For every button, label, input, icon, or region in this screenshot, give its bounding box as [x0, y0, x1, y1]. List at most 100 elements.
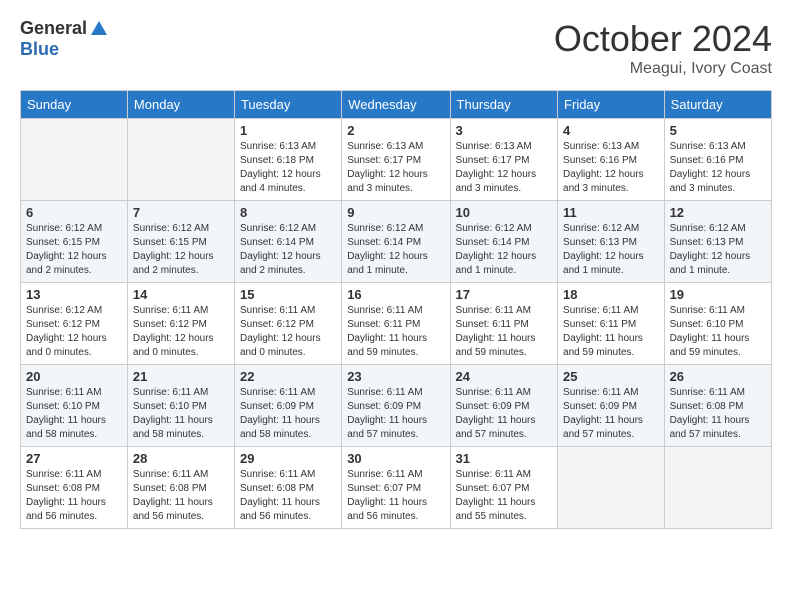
day-info: Sunrise: 6:12 AM Sunset: 6:15 PM Dayligh…	[133, 222, 229, 278]
calendar-cell: 3 Sunrise: 6:13 AM Sunset: 6:17 PM Daylig…	[450, 119, 558, 201]
calendar-table: SundayMondayTuesdayWednesdayThursdayFrid…	[20, 90, 772, 529]
day-number: 15	[240, 287, 336, 302]
day-number: 3	[456, 123, 553, 138]
calendar-cell: 22 Sunrise: 6:11 AM Sunset: 6:09 PM Dayli…	[234, 365, 341, 447]
calendar-cell: 11Sunrise: 6:12 AM Sunset: 6:13 PM Dayli…	[558, 201, 665, 283]
calendar-week-row: 6 Sunrise: 6:12 AM Sunset: 6:15 PM Daylig…	[21, 201, 772, 283]
calendar-cell: 19Sunrise: 6:11 AM Sunset: 6:10 PM Dayli…	[664, 283, 771, 365]
day-number: 11	[563, 205, 659, 220]
day-info: Sunrise: 6:13 AM Sunset: 6:18 PM Dayligh…	[240, 140, 336, 196]
day-info: Sunrise: 6:12 AM Sunset: 6:14 PM Dayligh…	[456, 222, 553, 278]
logo-general-text: General	[20, 18, 87, 39]
day-info: Sunrise: 6:11 AM Sunset: 6:12 PM Dayligh…	[133, 304, 229, 360]
calendar-header-row: SundayMondayTuesdayWednesdayThursdayFrid…	[21, 91, 772, 119]
day-info: Sunrise: 6:11 AM Sunset: 6:12 PM Dayligh…	[240, 304, 336, 360]
day-number: 10	[456, 205, 553, 220]
calendar-cell: 24 Sunrise: 6:11 AM Sunset: 6:09 PM Dayli…	[450, 365, 558, 447]
calendar-cell: 8 Sunrise: 6:12 AM Sunset: 6:14 PM Daylig…	[234, 201, 341, 283]
day-number: 7	[133, 205, 229, 220]
day-info: Sunrise: 6:12 AM Sunset: 6:14 PM Dayligh…	[240, 222, 336, 278]
day-info: Sunrise: 6:12 AM Sunset: 6:15 PM Dayligh…	[26, 222, 122, 278]
day-number: 29	[240, 451, 336, 466]
day-info: Sunrise: 6:12 AM Sunset: 6:13 PM Dayligh…	[670, 222, 766, 278]
calendar-cell: 27 Sunrise: 6:11 AM Sunset: 6:08 PM Dayli…	[21, 447, 128, 529]
calendar-cell: 15 Sunrise: 6:11 AM Sunset: 6:12 PM Dayli…	[234, 283, 341, 365]
calendar-cell: 6 Sunrise: 6:12 AM Sunset: 6:15 PM Daylig…	[21, 201, 128, 283]
day-info: Sunrise: 6:11 AM Sunset: 6:10 PM Dayligh…	[670, 304, 766, 360]
day-number: 20	[26, 369, 122, 384]
day-info: Sunrise: 6:11 AM Sunset: 6:09 PM Dayligh…	[347, 386, 444, 442]
day-number: 13	[26, 287, 122, 302]
day-info: Sunrise: 6:11 AM Sunset: 6:11 PM Dayligh…	[563, 304, 659, 360]
calendar-cell	[664, 447, 771, 529]
day-number: 6	[26, 205, 122, 220]
calendar-cell: 10 Sunrise: 6:12 AM Sunset: 6:14 PM Dayli…	[450, 201, 558, 283]
day-number: 4	[563, 123, 659, 138]
calendar-cell: 7 Sunrise: 6:12 AM Sunset: 6:15 PM Daylig…	[127, 201, 234, 283]
day-info: Sunrise: 6:13 AM Sunset: 6:17 PM Dayligh…	[347, 140, 444, 196]
calendar-week-row: 27 Sunrise: 6:11 AM Sunset: 6:08 PM Dayli…	[21, 447, 772, 529]
calendar-cell: 18 Sunrise: 6:11 AM Sunset: 6:11 PM Dayli…	[558, 283, 665, 365]
column-header-thursday: Thursday	[450, 91, 558, 119]
day-info: Sunrise: 6:13 AM Sunset: 6:16 PM Dayligh…	[563, 140, 659, 196]
day-number: 25	[563, 369, 659, 384]
day-number: 14	[133, 287, 229, 302]
calendar-cell: 28 Sunrise: 6:11 AM Sunset: 6:08 PM Dayli…	[127, 447, 234, 529]
title-area: October 2024 Meagui, Ivory Coast	[554, 18, 772, 78]
calendar-cell: 14 Sunrise: 6:11 AM Sunset: 6:12 PM Dayli…	[127, 283, 234, 365]
day-number: 27	[26, 451, 122, 466]
calendar-cell: 29Sunrise: 6:11 AM Sunset: 6:08 PM Dayli…	[234, 447, 341, 529]
day-info: Sunrise: 6:11 AM Sunset: 6:10 PM Dayligh…	[133, 386, 229, 442]
day-number: 18	[563, 287, 659, 302]
day-info: Sunrise: 6:11 AM Sunset: 6:09 PM Dayligh…	[456, 386, 553, 442]
day-info: Sunrise: 6:11 AM Sunset: 6:09 PM Dayligh…	[240, 386, 336, 442]
logo-icon	[89, 19, 109, 39]
day-number: 17	[456, 287, 553, 302]
day-info: Sunrise: 6:12 AM Sunset: 6:12 PM Dayligh…	[26, 304, 122, 360]
day-info: Sunrise: 6:11 AM Sunset: 6:08 PM Dayligh…	[670, 386, 766, 442]
day-number: 8	[240, 205, 336, 220]
calendar-cell: 31 Sunrise: 6:11 AM Sunset: 6:07 PM Dayli…	[450, 447, 558, 529]
day-number: 28	[133, 451, 229, 466]
calendar-cell: 1Sunrise: 6:13 AM Sunset: 6:18 PM Daylig…	[234, 119, 341, 201]
column-header-wednesday: Wednesday	[342, 91, 450, 119]
calendar-cell	[127, 119, 234, 201]
calendar-cell: 25Sunrise: 6:11 AM Sunset: 6:09 PM Dayli…	[558, 365, 665, 447]
logo: General Blue	[20, 18, 109, 60]
day-number: 31	[456, 451, 553, 466]
column-header-sunday: Sunday	[21, 91, 128, 119]
month-title: October 2024	[554, 18, 772, 60]
calendar-cell: 23Sunrise: 6:11 AM Sunset: 6:09 PM Dayli…	[342, 365, 450, 447]
day-number: 12	[670, 205, 766, 220]
calendar-week-row: 20 Sunrise: 6:11 AM Sunset: 6:10 PM Dayli…	[21, 365, 772, 447]
column-header-monday: Monday	[127, 91, 234, 119]
day-number: 30	[347, 451, 444, 466]
day-info: Sunrise: 6:11 AM Sunset: 6:08 PM Dayligh…	[133, 468, 229, 524]
day-info: Sunrise: 6:11 AM Sunset: 6:11 PM Dayligh…	[456, 304, 553, 360]
calendar-cell: 21 Sunrise: 6:11 AM Sunset: 6:10 PM Dayli…	[127, 365, 234, 447]
calendar-cell: 16Sunrise: 6:11 AM Sunset: 6:11 PM Dayli…	[342, 283, 450, 365]
day-number: 21	[133, 369, 229, 384]
day-info: Sunrise: 6:11 AM Sunset: 6:07 PM Dayligh…	[347, 468, 444, 524]
column-header-tuesday: Tuesday	[234, 91, 341, 119]
day-info: Sunrise: 6:13 AM Sunset: 6:17 PM Dayligh…	[456, 140, 553, 196]
day-number: 2	[347, 123, 444, 138]
calendar-week-row: 13 Sunrise: 6:12 AM Sunset: 6:12 PM Dayli…	[21, 283, 772, 365]
calendar-cell: 12 Sunrise: 6:12 AM Sunset: 6:13 PM Dayli…	[664, 201, 771, 283]
location-subtitle: Meagui, Ivory Coast	[554, 60, 772, 78]
day-number: 24	[456, 369, 553, 384]
day-info: Sunrise: 6:13 AM Sunset: 6:16 PM Dayligh…	[670, 140, 766, 196]
calendar-cell: 4 Sunrise: 6:13 AM Sunset: 6:16 PM Daylig…	[558, 119, 665, 201]
calendar-cell: 5 Sunrise: 6:13 AM Sunset: 6:16 PM Daylig…	[664, 119, 771, 201]
day-info: Sunrise: 6:12 AM Sunset: 6:14 PM Dayligh…	[347, 222, 444, 278]
logo-blue-text: Blue	[20, 39, 59, 60]
calendar-cell: 20 Sunrise: 6:11 AM Sunset: 6:10 PM Dayli…	[21, 365, 128, 447]
day-info: Sunrise: 6:11 AM Sunset: 6:11 PM Dayligh…	[347, 304, 444, 360]
day-number: 5	[670, 123, 766, 138]
day-info: Sunrise: 6:11 AM Sunset: 6:07 PM Dayligh…	[456, 468, 553, 524]
day-info: Sunrise: 6:11 AM Sunset: 6:08 PM Dayligh…	[26, 468, 122, 524]
day-number: 22	[240, 369, 336, 384]
calendar-cell	[558, 447, 665, 529]
day-info: Sunrise: 6:11 AM Sunset: 6:10 PM Dayligh…	[26, 386, 122, 442]
page-header: General Blue October 2024 Meagui, Ivory …	[10, 10, 782, 82]
